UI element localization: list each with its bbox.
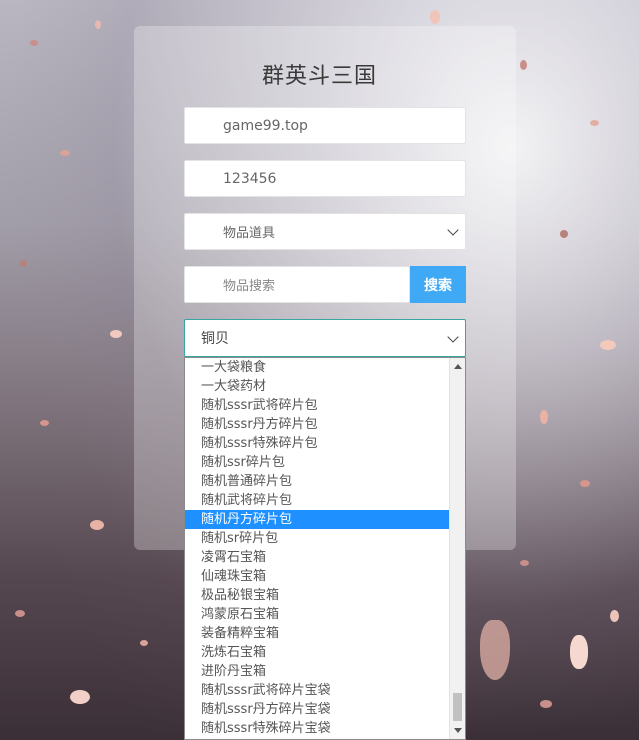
scroll-down-arrow-icon[interactable] <box>454 728 462 733</box>
dropdown-option[interactable]: 随机sssr武将碎片包 <box>185 396 449 415</box>
dropdown-scrollbar[interactable] <box>449 358 465 739</box>
scroll-up-arrow-icon[interactable] <box>454 364 462 369</box>
item-dropdown[interactable]: 一大袋粮食 一大袋药材 随机sssr武将碎片包 随机sssr丹方碎片包 随机sssr特殊… <box>184 357 466 740</box>
dropdown-option[interactable]: 随机sr碎片包 <box>185 529 449 548</box>
dropdown-option[interactable]: 随机丹方碎片包 <box>185 510 449 529</box>
dropdown-option[interactable]: 随机武将碎片包 <box>185 491 449 510</box>
category-select-value: 物品道具 <box>223 226 276 241</box>
dropdown-option[interactable]: 随机sssr武将碎片宝袋 <box>185 681 449 700</box>
item-search-input[interactable]: 物品搜索 <box>184 266 410 303</box>
dropdown-list: 一大袋粮食 一大袋药材 随机sssr武将碎片包 随机sssr丹方碎片包 随机sssr特殊… <box>185 358 449 738</box>
dropdown-option[interactable]: 凌霄石宝箱 <box>185 548 449 567</box>
chevron-down-icon <box>447 331 459 343</box>
dropdown-option[interactable]: 极品秘银宝箱 <box>185 586 449 605</box>
account-value: 123456 <box>223 170 277 187</box>
account-field[interactable]: 123456 <box>184 160 466 197</box>
dropdown-option[interactable]: 一大袋粮食 <box>185 358 449 377</box>
page-title: 群英斗三国 <box>261 64 377 89</box>
search-button[interactable]: 搜索 <box>410 266 466 303</box>
chevron-down-icon <box>447 224 459 236</box>
dropdown-option[interactable]: 随机ssr碎片包 <box>185 453 449 472</box>
dropdown-option[interactable]: 洗炼石宝箱 <box>185 643 449 662</box>
scrollbar-thumb[interactable] <box>453 693 462 721</box>
item-select[interactable]: 铜贝 <box>184 319 466 357</box>
server-field[interactable]: game99.top <box>184 107 466 144</box>
item-select-value: 铜贝 <box>201 331 229 347</box>
dropdown-option[interactable]: 随机sssr特殊碎片包 <box>185 434 449 453</box>
dropdown-option[interactable]: 鸿蒙原石宝箱 <box>185 605 449 624</box>
category-select[interactable]: 物品道具 <box>184 213 466 250</box>
dropdown-option[interactable]: 随机sssr特殊碎片宝袋 <box>185 719 449 738</box>
dropdown-option[interactable]: 仙魂珠宝箱 <box>185 567 449 586</box>
dropdown-option[interactable]: 随机sssr丹方碎片宝袋 <box>185 700 449 719</box>
item-search-placeholder: 物品搜索 <box>223 279 276 294</box>
dropdown-option[interactable]: 随机普通碎片包 <box>185 472 449 491</box>
dropdown-option[interactable]: 一大袋药材 <box>185 377 449 396</box>
dropdown-option[interactable]: 随机sssr丹方碎片包 <box>185 415 449 434</box>
server-value: game99.top <box>223 117 308 134</box>
dropdown-option[interactable]: 装备精粹宝箱 <box>185 624 449 643</box>
dropdown-option[interactable]: 进阶丹宝箱 <box>185 662 449 681</box>
